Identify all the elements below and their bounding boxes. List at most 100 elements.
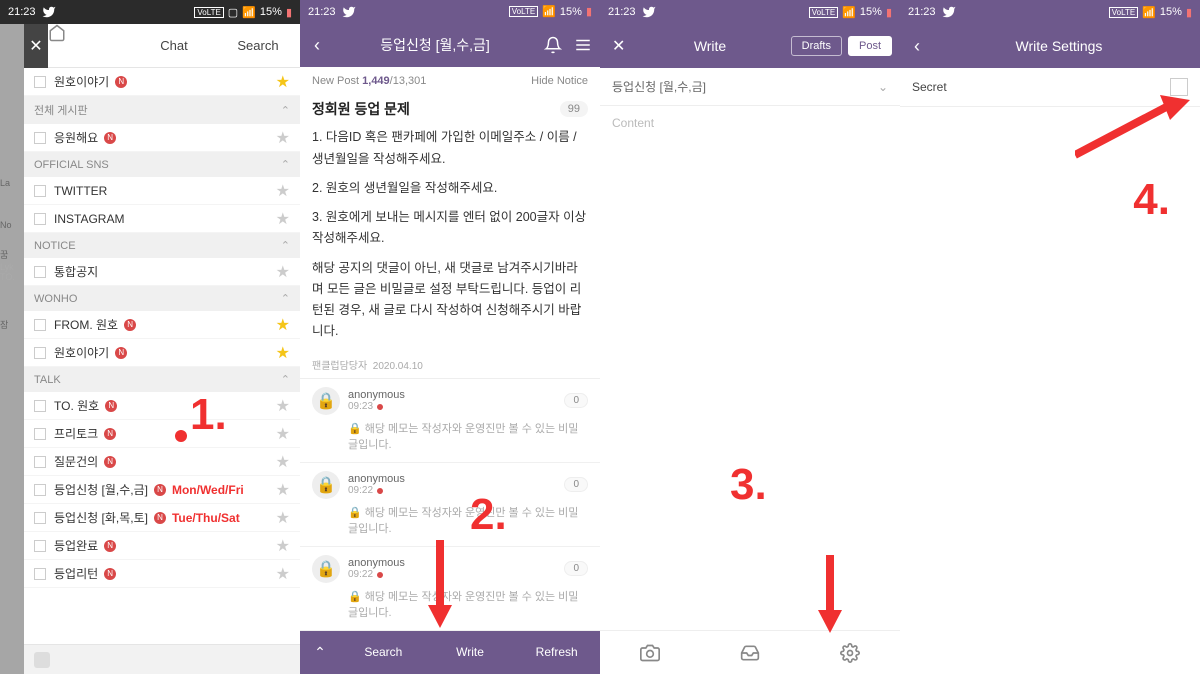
secret-label: Secret: [912, 80, 947, 94]
battery-icon: ▮: [286, 6, 292, 19]
sidebar-item-levelup-mwf[interactable]: 등업신청 [월,수,금]NMon/Wed/Fri★: [24, 476, 300, 504]
close-button[interactable]: ✕: [608, 36, 629, 56]
new-badge: N: [124, 319, 136, 331]
sidebar-item-levelup-return[interactable]: 등업리턴N★: [24, 560, 300, 588]
star-icon[interactable]: ★: [276, 480, 290, 500]
board-title: 등업신청 [월,수,금]: [326, 35, 544, 55]
comment-item[interactable]: 🔒anonymous09:220 🔒 해당 메모는 작성자와 운영진만 볼 수 …: [300, 463, 600, 547]
star-icon[interactable]: ★: [276, 536, 290, 556]
sidebar-item-twitter[interactable]: TWITTER★: [24, 177, 300, 205]
sidebar-item-to-wonho[interactable]: TO. 원호N★: [24, 392, 300, 420]
drafts-button[interactable]: Drafts: [791, 36, 842, 56]
annotation-4: 4.: [1133, 175, 1170, 225]
sidebar-item-wonho-story[interactable]: 원호이야기N★: [24, 68, 300, 96]
comment-zero: 0: [564, 393, 588, 408]
settings-title: Write Settings: [926, 38, 1192, 54]
star-icon[interactable]: ★: [276, 452, 290, 472]
menu-icon[interactable]: [574, 36, 592, 54]
star-icon[interactable]: ★: [276, 424, 290, 444]
battery-icon: ▮: [886, 6, 892, 19]
twitter-icon: [42, 5, 56, 19]
comment-body: 🔒 해당 메모는 작성자와 운영진만 볼 수 있는 비밀글입니다.: [312, 415, 588, 454]
back-button[interactable]: ‹: [908, 36, 926, 57]
post-button[interactable]: Post: [848, 36, 892, 56]
write-button[interactable]: Write: [427, 645, 514, 659]
post-meta: 팬클럽담당자 2020.04.10: [300, 351, 600, 379]
sidebar-item-combined-notice[interactable]: 통합공지★: [24, 258, 300, 286]
panel-sidebar: 21:23 VoLTE ▢ 📶 15% ▮ La No 꿈 Lyk TO. 잠 …: [0, 0, 300, 674]
comment-zero: 0: [564, 561, 588, 576]
star-icon[interactable]: ★: [276, 564, 290, 584]
background-overlay: [0, 24, 24, 674]
secret-row[interactable]: Secret: [900, 68, 1200, 107]
secret-checkbox[interactable]: [1170, 78, 1188, 96]
bg-text: TO.: [0, 272, 24, 283]
hide-notice-button[interactable]: Hide Notice: [531, 75, 588, 87]
home-tab[interactable]: [48, 24, 132, 68]
star-icon[interactable]: ★: [276, 262, 290, 282]
comment-item[interactable]: 🔒anonymous09:230 🔒 해당 메모는 작성자와 운영진만 볼 수 …: [300, 379, 600, 463]
sidebar-item-from-wonho[interactable]: FROM. 원호N★: [24, 311, 300, 339]
new-badge: N: [154, 484, 166, 496]
new-badge: N: [104, 456, 116, 468]
bell-icon[interactable]: [544, 36, 562, 54]
section-notice[interactable]: NOTICE⌃: [24, 233, 300, 258]
close-button[interactable]: ✕: [24, 24, 48, 68]
expand-up-button[interactable]: ⌃: [300, 644, 340, 661]
status-bar: 21:23 VoLTE ▢ 📶 15% ▮: [0, 0, 300, 24]
section-all-boards[interactable]: 전체 게시판⌃: [24, 96, 300, 124]
star-icon[interactable]: ★: [276, 181, 290, 201]
star-icon[interactable]: ★: [276, 396, 290, 416]
refresh-button[interactable]: Refresh: [513, 645, 600, 659]
status-time: 21:23: [308, 6, 336, 18]
comment-author: anonymous: [348, 473, 405, 485]
star-icon[interactable]: ★: [276, 343, 290, 363]
sidebar-item-freetalk[interactable]: 프리토크N★: [24, 420, 300, 448]
board-selector[interactable]: 등업신청 [월,수,금] ⌄: [600, 68, 900, 106]
panel-post-view: 21:23 VoLTE📶15%▮ ‹ 등업신청 [월,수,금] New Post…: [300, 0, 600, 674]
sidebar-item-instagram[interactable]: INSTAGRAM★: [24, 205, 300, 233]
annotation-mwf: Mon/Wed/Fri: [172, 483, 244, 497]
vibrate-icon: ▢: [228, 6, 238, 19]
search-tab[interactable]: Search: [216, 24, 300, 68]
sidebar-item-wonho-story2[interactable]: 원호이야기N★: [24, 339, 300, 367]
inbox-icon[interactable]: [740, 643, 760, 663]
star-icon[interactable]: ★: [276, 128, 290, 148]
status-battery: 15%: [1160, 6, 1182, 18]
star-icon[interactable]: ★: [276, 508, 290, 528]
comment-item[interactable]: 🔒anonymous09:220 🔒 해당 메모는 작성자와 운영진만 볼 수 …: [300, 547, 600, 631]
twitter-icon: [642, 5, 656, 19]
sidebar-item-levelup-tts[interactable]: 등업신청 [화,목,토]NTue/Thu/Sat★: [24, 504, 300, 532]
sidebar-item-cheer[interactable]: 응원해요N★: [24, 124, 300, 152]
battery-icon: ▮: [1186, 6, 1192, 19]
camera-icon[interactable]: [640, 643, 660, 663]
bg-text: La: [0, 178, 24, 189]
section-official-sns[interactable]: OFFICIAL SNS⌃: [24, 152, 300, 177]
chevron-up-icon: ⌃: [281, 158, 290, 171]
lock-icon: 🔒: [312, 387, 340, 415]
sidebar-item-questions[interactable]: 질문건의N★: [24, 448, 300, 476]
new-badge: N: [104, 428, 116, 440]
search-button[interactable]: Search: [340, 645, 427, 659]
board-name: 등업신청 [월,수,금]: [612, 78, 706, 95]
star-icon[interactable]: ★: [276, 209, 290, 229]
chat-tab[interactable]: Chat: [132, 24, 216, 68]
profile-bar[interactable]: [24, 644, 300, 674]
section-talk[interactable]: TALK⌃: [24, 367, 300, 392]
new-badge: N: [105, 400, 117, 412]
star-icon[interactable]: ★: [276, 72, 290, 92]
gear-icon[interactable]: [840, 643, 860, 663]
content-input[interactable]: Content: [600, 106, 900, 630]
battery-icon: ▮: [586, 5, 592, 18]
post-title: 정회원 등업 문제 99: [300, 95, 600, 127]
status-volte: VoLTE: [1109, 7, 1138, 18]
post-stats: New Post 1,449/13,301 Hide Notice: [300, 67, 600, 95]
sidebar-item-levelup-done[interactable]: 등업완료N★: [24, 532, 300, 560]
back-button[interactable]: ‹: [308, 35, 326, 56]
star-icon[interactable]: ★: [276, 315, 290, 335]
bottom-toolbar: ⌃ Search Write Refresh: [300, 631, 600, 674]
comment-zero: 0: [564, 477, 588, 492]
section-wonho[interactable]: WONHO⌃: [24, 286, 300, 311]
lock-icon: 🔒: [312, 471, 340, 499]
bg-text: No: [0, 220, 24, 231]
